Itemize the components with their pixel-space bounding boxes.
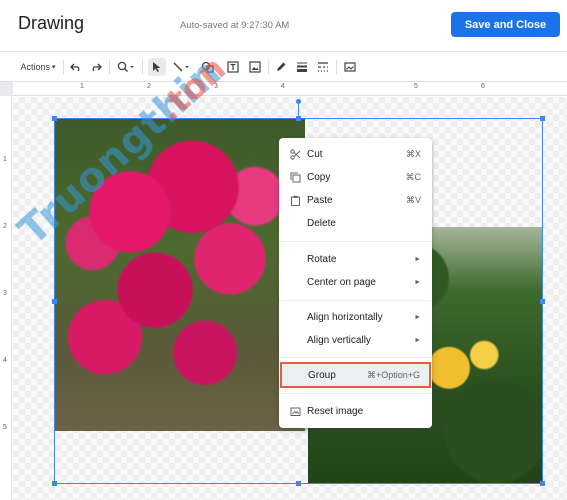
resize-handle[interactable]	[52, 116, 57, 121]
menu-item-group[interactable]: Group ⌘+Option+G	[280, 362, 431, 388]
paste-icon	[289, 194, 301, 206]
resize-handle[interactable]	[52, 299, 57, 304]
vertical-ruler: 1 2 3 4 5	[0, 96, 12, 500]
ruler-number: 4	[3, 357, 7, 364]
reset-image-icon	[289, 405, 301, 417]
ruler-number: 6	[481, 83, 485, 90]
ruler-number: 4	[281, 83, 285, 90]
ruler-number: 2	[147, 83, 151, 90]
ruler-number: 1	[3, 156, 7, 163]
zoom-icon[interactable]	[114, 58, 138, 76]
rotate-handle[interactable]	[296, 99, 301, 104]
menu-item-reset-image[interactable]: Reset image	[279, 400, 432, 422]
resize-handle[interactable]	[52, 481, 57, 486]
pen-icon[interactable]	[273, 58, 289, 76]
actions-label: Actions	[20, 62, 50, 72]
menu-item-cut[interactable]: Cut ⌘X	[279, 143, 432, 165]
ruler-number: 2	[3, 223, 7, 230]
copy-icon	[289, 171, 301, 183]
border-weight-icon[interactable]	[294, 58, 310, 76]
menu-item-align-vertically[interactable]: Align vertically ►	[279, 329, 432, 351]
submenu-arrow-icon: ►	[414, 278, 421, 286]
autosave-status: Auto-saved at 9:27:30 AM	[180, 20, 290, 31]
image-icon[interactable]	[246, 58, 264, 76]
scissors-icon	[289, 148, 301, 160]
ruler-number: 5	[3, 424, 7, 431]
ruler-number: 3	[3, 290, 7, 297]
replace-image-icon[interactable]	[341, 58, 359, 76]
submenu-arrow-icon: ►	[414, 255, 421, 263]
undo-icon[interactable]	[68, 58, 84, 76]
border-dash-icon[interactable]	[315, 58, 331, 76]
ruler-number: 5	[414, 83, 418, 90]
ruler-number: 1	[80, 83, 84, 90]
redo-icon[interactable]	[88, 58, 104, 76]
menu-item-copy[interactable]: Copy ⌘C	[279, 166, 432, 188]
resize-handle[interactable]	[296, 481, 301, 486]
horizontal-ruler: 1 2 3 4 5 6	[0, 82, 567, 96]
menu-item-paste[interactable]: Paste ⌘V	[279, 189, 432, 211]
resize-handle[interactable]	[540, 481, 545, 486]
select-icon[interactable]	[148, 58, 166, 76]
resize-handle[interactable]	[296, 116, 301, 121]
chevron-down-icon: ▾	[52, 64, 56, 71]
menu-item-rotate[interactable]: Rotate ►	[279, 248, 432, 270]
menu-item-align-horizontally[interactable]: Align horizontally ►	[279, 306, 432, 328]
menu-item-center-on-page[interactable]: Center on page ►	[279, 271, 432, 293]
resize-handle[interactable]	[540, 116, 545, 121]
save-and-close-button[interactable]: Save and Close	[451, 12, 560, 37]
dialog-title: Drawing	[18, 13, 85, 33]
context-menu: Cut ⌘X Copy ⌘C Paste ⌘V Delete Rotate ► …	[279, 138, 432, 428]
submenu-arrow-icon: ►	[414, 336, 421, 344]
drawing-header: Drawing Auto-saved at 9:27:30 AM Save an…	[0, 0, 567, 52]
menu-item-delete[interactable]: Delete	[279, 212, 432, 234]
resize-handle[interactable]	[540, 299, 545, 304]
drawing-toolbar: Actions ▾	[0, 53, 567, 82]
actions-menu-button[interactable]: Actions ▾	[18, 58, 58, 76]
submenu-arrow-icon: ►	[414, 313, 421, 321]
